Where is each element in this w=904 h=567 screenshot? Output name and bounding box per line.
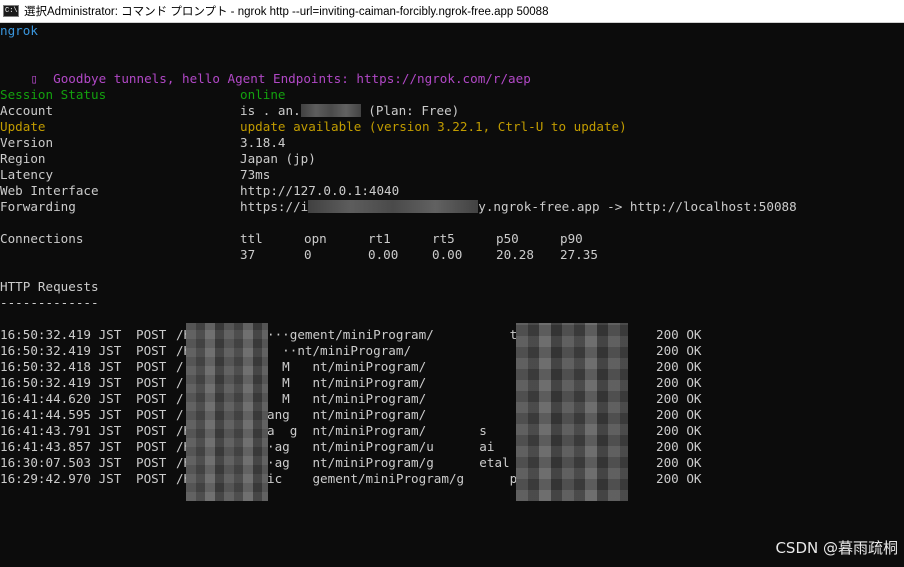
web-interface-link[interactable]: http://127.0.0.1:4040 bbox=[240, 183, 399, 199]
connections-values-row: 37 0 0.00 0.00 20.28 27.35 bbox=[0, 247, 598, 263]
banner-glyph-icon: ▯ bbox=[30, 71, 38, 86]
command-prompt-icon: C:\ bbox=[3, 5, 19, 17]
conn-header-p50: p50 bbox=[496, 231, 519, 246]
connections-header-row: Connections ttl opn rt1 rt5 p50 p90 bbox=[0, 231, 583, 247]
announcement-banner: ▯ Goodbye tunnels, hello Agent Endpoints… bbox=[0, 55, 530, 86]
request-method: POST bbox=[136, 343, 167, 358]
csdn-watermark: CSDN @暮雨疏桐 bbox=[775, 539, 898, 557]
request-method: POST bbox=[136, 327, 167, 342]
request-time: 16:50:32.419 JST bbox=[0, 343, 122, 358]
conn-value-rt1: 0.00 bbox=[368, 247, 399, 262]
update-label: Update bbox=[0, 119, 46, 134]
redaction-mosaic bbox=[516, 323, 628, 501]
request-status: 200 OK bbox=[656, 423, 702, 438]
conn-value-opn: 0 bbox=[304, 247, 312, 262]
request-row: 16:41:44.620 JST POST / rva M nt/miniPro… bbox=[0, 391, 702, 407]
request-time: 16:29:42.970 JST bbox=[0, 471, 122, 486]
request-method: POST bbox=[136, 375, 167, 390]
account-plan: (Plan: Free) bbox=[360, 103, 460, 118]
request-time: 16:50:32.418 JST bbox=[0, 359, 122, 374]
region-row: Region Japan (jp) bbox=[0, 151, 316, 167]
update-value: update available (version 3.22.1, Ctrl-U… bbox=[240, 119, 627, 134]
banner-text: Goodbye tunnels, hello Agent Endpoints: … bbox=[53, 71, 531, 86]
conn-header-rt1: rt1 bbox=[368, 231, 391, 246]
request-row: 16:29:42.970 JST POST /H kyu atic gement… bbox=[0, 471, 702, 487]
request-time: 16:41:43.791 JST bbox=[0, 423, 122, 438]
latency-row: Latency 73ms bbox=[0, 167, 270, 183]
app-name: ngrok bbox=[0, 23, 38, 38]
request-status: 200 OK bbox=[656, 327, 702, 342]
version-value: 3.18.4 bbox=[240, 135, 286, 150]
request-status: 200 OK bbox=[656, 455, 702, 470]
request-method: POST bbox=[136, 423, 167, 438]
request-time: 16:50:32.419 JST bbox=[0, 327, 122, 342]
latency-value: 73ms bbox=[240, 167, 271, 182]
window-title-bar[interactable]: C:\ 選択Administrator: コマンド プロンプト - ngrok … bbox=[0, 0, 904, 23]
http-requests-title: HTTP Requests bbox=[0, 279, 99, 294]
request-row: 16:41:43.857 JST POST /H ·ag nt/miniProg… bbox=[0, 439, 702, 455]
forwarding-row: Forwarding https://i y.ngrok-free.app -> … bbox=[0, 199, 797, 215]
conn-header-opn: opn bbox=[304, 231, 327, 246]
request-time: 16:50:32.419 JST bbox=[0, 375, 122, 390]
forwarding-value[interactable]: https://i y.ngrok-free.app -> http://loca… bbox=[240, 199, 797, 215]
terminal-output[interactable]: ngrok ▯ Goodbye tunnels, hello Agent End… bbox=[0, 23, 904, 563]
request-status: 200 OK bbox=[656, 375, 702, 390]
http-requests-rule: ------------- bbox=[0, 295, 99, 310]
account-value-mid: . an. bbox=[255, 103, 301, 118]
account-value: is . an. (Plan: Free) bbox=[240, 103, 459, 119]
request-method: POST bbox=[136, 359, 167, 374]
session-status-row: Session Status online bbox=[0, 87, 286, 103]
window-title: 選択Administrator: コマンド プロンプト - ngrok http… bbox=[24, 6, 549, 18]
forwarding-start: https://i bbox=[240, 199, 309, 214]
forwarding-end: y.ngrok-free.app -> http://localhost:500… bbox=[478, 199, 797, 214]
request-time: 16:30:07.503 JST bbox=[0, 455, 122, 470]
request-row: 16:50:32.418 JST POST / rva M nt/miniPro… bbox=[0, 359, 702, 375]
request-row: 16:41:44.595 JST POST / ·ang nt/miniProg… bbox=[0, 407, 702, 423]
request-method: POST bbox=[136, 391, 167, 406]
request-method: POST bbox=[136, 407, 167, 422]
request-status: 200 OK bbox=[656, 343, 702, 358]
request-method: POST bbox=[136, 439, 167, 454]
request-status: 200 OK bbox=[656, 391, 702, 406]
redacted-account bbox=[300, 104, 361, 117]
version-row: Version 3.18.4 bbox=[0, 135, 286, 151]
request-row: 16:30:07.503 JST POST /H ·ag nt/miniProg… bbox=[0, 455, 702, 471]
forwarding-label: Forwarding bbox=[0, 199, 76, 214]
redaction-mosaic bbox=[186, 323, 268, 501]
request-row: 16:50:32.419 JST POST /H rva ··nt/miniPr… bbox=[0, 343, 702, 359]
conn-value-rt5: 0.00 bbox=[432, 247, 463, 262]
account-label: Account bbox=[0, 103, 54, 118]
session-status-value: online bbox=[240, 87, 286, 102]
request-time: 16:41:44.595 JST bbox=[0, 407, 122, 422]
request-status: 200 OK bbox=[656, 359, 702, 374]
conn-value-ttl: 37 bbox=[240, 247, 256, 262]
request-status: 200 OK bbox=[656, 407, 702, 422]
request-time: 16:41:43.857 JST bbox=[0, 439, 122, 454]
conn-header-p90: p90 bbox=[560, 231, 583, 246]
request-time: 16:41:44.620 JST bbox=[0, 391, 122, 406]
redacted-subdomain bbox=[308, 200, 479, 213]
conn-value-p50: 20.28 bbox=[496, 247, 534, 262]
region-value: Japan (jp) bbox=[240, 151, 316, 166]
request-row: 16:50:32.419 JST POST / rva M nt/miniPro… bbox=[0, 375, 702, 391]
account-row: Account is . an. (Plan: Free) bbox=[0, 103, 459, 119]
web-interface-label: Web Interface bbox=[0, 183, 99, 198]
session-status-label: Session Status bbox=[0, 87, 107, 102]
request-method: POST bbox=[136, 471, 167, 486]
request-row: 16:50:32.419 JST POST /H ···gement/miniP… bbox=[0, 327, 702, 343]
conn-header-rt5: rt5 bbox=[432, 231, 455, 246]
version-label: Version bbox=[0, 135, 54, 150]
request-row: 16:41:43.791 JST POST /H a g nt/miniProg… bbox=[0, 423, 702, 439]
conn-value-p90: 27.35 bbox=[560, 247, 598, 262]
region-label: Region bbox=[0, 151, 46, 166]
web-interface-row: Web Interface http://127.0.0.1:4040 bbox=[0, 183, 399, 199]
account-value-start: is bbox=[240, 103, 256, 118]
conn-header-ttl: ttl bbox=[240, 231, 263, 246]
latency-label: Latency bbox=[0, 167, 54, 182]
update-row: Update update available (version 3.22.1,… bbox=[0, 119, 627, 135]
request-status: 200 OK bbox=[656, 439, 702, 454]
connections-label: Connections bbox=[0, 231, 84, 246]
request-status: 200 OK bbox=[656, 471, 702, 486]
request-method: POST bbox=[136, 455, 167, 470]
